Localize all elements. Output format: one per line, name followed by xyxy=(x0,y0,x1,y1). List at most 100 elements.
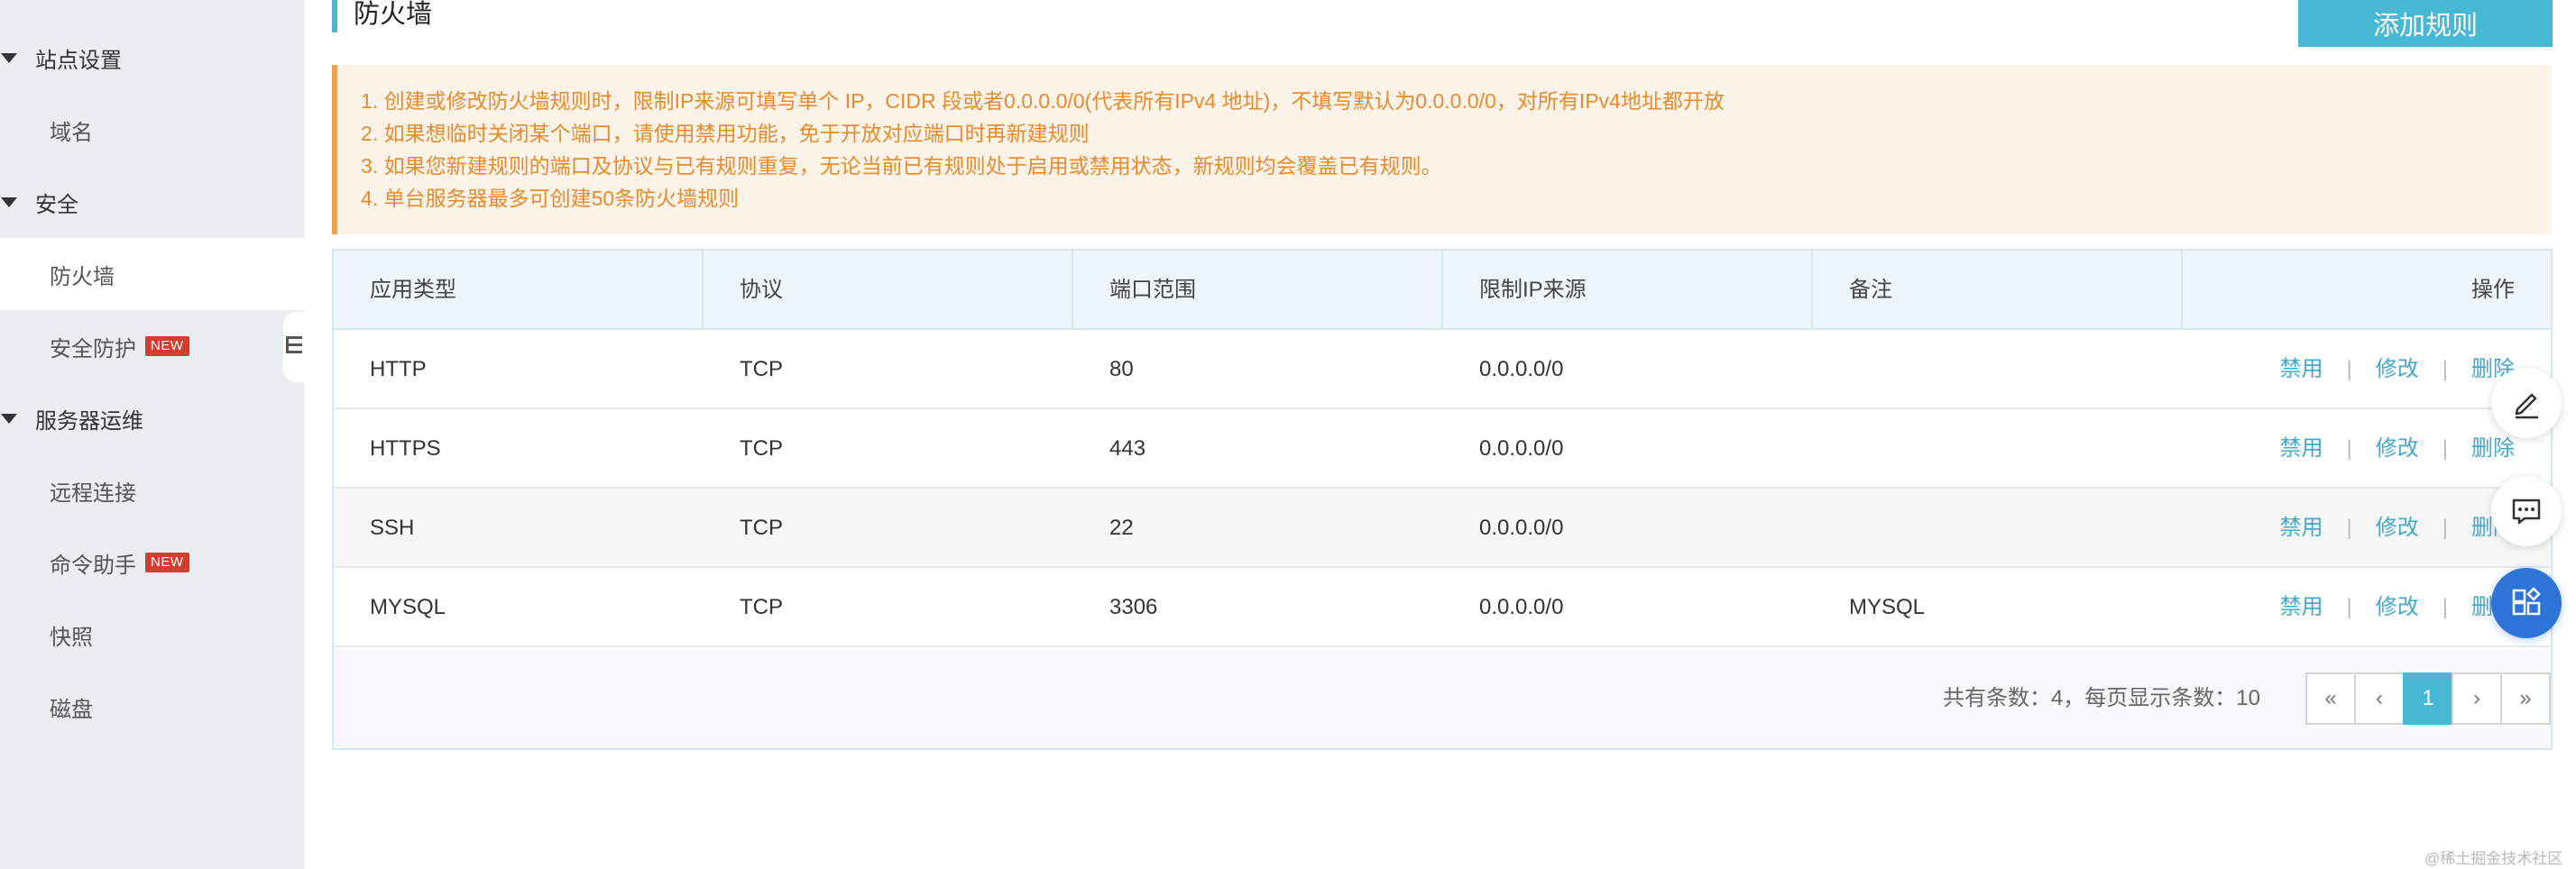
action-separator: | xyxy=(2346,436,2352,461)
add-rule-button[interactable]: 添加规则 xyxy=(2298,0,2553,47)
table-row: SSH TCP 22 0.0.0.0/0 禁用 | 修改 | 删除 xyxy=(334,489,2551,568)
sidebar-item-label: 域名 xyxy=(50,120,93,145)
table-footer: 共有条数：4，每页显示条数：10 « ‹ 1 › » xyxy=(334,649,2551,748)
sidebar-item-command-assistant[interactable]: 命令助手 NEW xyxy=(0,526,305,599)
sidebar-item-label: 防火墙 xyxy=(50,264,115,289)
cell-ip-source: 0.0.0.0/0 xyxy=(1479,516,1564,540)
edit-link[interactable]: 修改 xyxy=(2376,489,2419,568)
page-last-button[interactable]: » xyxy=(2500,672,2551,725)
table-row: MYSQL TCP 3306 0.0.0.0/0 MYSQL 禁用 | 修改 |… xyxy=(334,568,2551,647)
disable-link[interactable]: 禁用 xyxy=(2280,568,2323,647)
nav-group-label: 站点设置 xyxy=(35,48,122,73)
sidebar-item-disk[interactable]: 磁盘 xyxy=(0,671,305,743)
collapse-menu-icon xyxy=(286,336,302,353)
action-separator: | xyxy=(2442,595,2448,619)
action-separator: | xyxy=(2442,516,2448,540)
notice-line: 3. 如果您新建规则的端口及协议与已有规则重复，无论当前已有规则处于启用或禁用状… xyxy=(361,154,1442,178)
notice-line: 4. 单台服务器最多可创建50条防火墙规则 xyxy=(361,187,740,210)
column-header-protocol: 协议 xyxy=(704,251,1073,330)
notice-line: 2. 如果想临时关闭某个端口，请使用禁用功能，免于开放对应端口时再新建规则 xyxy=(361,122,1090,145)
notice-line: 1. 创建或修改防火墙规则时，限制IP来源可填写单个 IP，CIDR 段或者0.… xyxy=(361,89,1725,113)
page-first-button[interactable]: « xyxy=(2305,672,2356,725)
cell-ip-source: 0.0.0.0/0 xyxy=(1479,436,1564,461)
cell-app-type: HTTPS xyxy=(370,436,441,461)
sidebar-item-domain[interactable]: 域名 xyxy=(0,94,305,166)
cell-app-type: MYSQL xyxy=(370,595,446,619)
cell-ip-source: 0.0.0.0/0 xyxy=(1479,357,1564,381)
sidebar-item-label: 命令助手 xyxy=(50,553,136,578)
cell-port: 3306 xyxy=(1109,595,1158,619)
sidebar-collapse-toggle[interactable] xyxy=(283,312,305,382)
table-row: HTTP TCP 80 0.0.0.0/0 禁用 | 修改 | 删除 xyxy=(334,330,2551,409)
feedback-float-button[interactable] xyxy=(2491,476,2562,546)
column-header-remark: 备注 xyxy=(1813,251,2183,330)
row-actions: 禁用 | 修改 | 删除 xyxy=(2280,409,2515,489)
cell-protocol: TCP xyxy=(740,595,783,619)
sidebar-item-label: 快照 xyxy=(50,625,93,650)
action-separator: | xyxy=(2346,357,2352,381)
cell-port: 22 xyxy=(1109,516,1134,540)
nav-group-label: 安全 xyxy=(35,192,78,217)
apps-icon xyxy=(2512,587,2541,616)
cell-protocol: TCP xyxy=(740,357,783,381)
sidebar-item-firewall[interactable]: 防火墙 xyxy=(0,238,305,310)
column-header-app-type: 应用类型 xyxy=(334,251,704,330)
edit-float-button[interactable] xyxy=(2491,368,2562,438)
sidebar-item-label: 安全防护 xyxy=(50,336,136,361)
caret-down-icon xyxy=(1,197,17,207)
title-accent-bar xyxy=(332,0,337,32)
edit-link[interactable]: 修改 xyxy=(2376,568,2419,647)
page-title: 防火墙 xyxy=(354,0,433,29)
action-separator: | xyxy=(2442,436,2448,461)
disable-link[interactable]: 禁用 xyxy=(2280,489,2323,568)
pagination: « ‹ 1 › » xyxy=(2305,672,2551,725)
nav-group-site-settings[interactable]: 站点设置 xyxy=(0,22,305,94)
notice-box: 1. 创建或修改防火墙规则时，限制IP来源可填写单个 IP，CIDR 段或者0.… xyxy=(332,65,2553,234)
cell-port: 80 xyxy=(1109,357,1134,381)
cell-remark xyxy=(1813,409,1849,489)
row-actions: 禁用 | 修改 | 删除 xyxy=(2280,489,2515,568)
cell-remark xyxy=(1813,330,1849,409)
pagination-summary: 共有条数：4，每页显示条数：10 xyxy=(1942,686,2260,710)
edit-link[interactable]: 修改 xyxy=(2376,330,2419,409)
caret-down-icon xyxy=(1,413,17,424)
apps-float-button[interactable] xyxy=(2491,568,2562,638)
sidebar: 站点设置 域名 安全 防火墙 安全防护 NEW 服务器运维 远程连接 命令助手 … xyxy=(0,0,305,869)
nav-group-security[interactable]: 安全 xyxy=(0,166,305,238)
edit-link[interactable]: 修改 xyxy=(2376,409,2419,489)
cell-ip-source: 0.0.0.0/0 xyxy=(1479,595,1564,619)
cell-app-type: HTTP xyxy=(370,357,427,381)
disable-link[interactable]: 禁用 xyxy=(2280,409,2323,489)
cell-app-type: SSH xyxy=(370,516,415,540)
page-prev-button[interactable]: ‹ xyxy=(2354,672,2405,725)
sidebar-item-remote-connect[interactable]: 远程连接 xyxy=(0,454,305,526)
column-header-actions: 操作 xyxy=(2471,278,2515,302)
sidebar-item-label: 磁盘 xyxy=(50,697,93,722)
action-separator: | xyxy=(2346,516,2352,540)
caret-down-icon xyxy=(1,52,17,63)
cell-port: 443 xyxy=(1109,436,1146,461)
sidebar-item-snapshot[interactable]: 快照 xyxy=(0,599,305,671)
page-number-button[interactable]: 1 xyxy=(2403,672,2453,725)
sidebar-item-label: 远程连接 xyxy=(50,480,136,506)
column-header-port-range: 端口范围 xyxy=(1073,251,1443,330)
cell-protocol: TCP xyxy=(740,516,783,540)
action-separator: | xyxy=(2346,595,2352,619)
edit-icon xyxy=(2515,393,2538,419)
column-header-ip-source: 限制IP来源 xyxy=(1443,251,1813,330)
sidebar-item-security-protection[interactable]: 安全防护 NEW xyxy=(0,310,305,382)
watermark: @稀土掘金技术社区 xyxy=(2424,850,2563,867)
cell-remark: MYSQL xyxy=(1849,595,1926,619)
cell-protocol: TCP xyxy=(740,436,783,461)
table-row: HTTPS TCP 443 0.0.0.0/0 禁用 | 修改 | 删除 xyxy=(334,409,2551,489)
firewall-rules-table: 应用类型 协议 端口范围 限制IP来源 备注 操作 HTTP TCP 80 0.… xyxy=(332,249,2553,750)
page-next-button[interactable]: › xyxy=(2452,672,2502,725)
feedback-icon xyxy=(2512,499,2541,525)
new-badge: NEW xyxy=(145,553,189,572)
row-actions: 禁用 | 修改 | 删除 xyxy=(2280,568,2515,647)
action-separator: | xyxy=(2442,357,2448,381)
row-actions: 禁用 | 修改 | 删除 xyxy=(2280,330,2515,409)
nav-group-server-ops[interactable]: 服务器运维 xyxy=(0,382,305,454)
nav-group-label: 服务器运维 xyxy=(35,408,143,434)
disable-link[interactable]: 禁用 xyxy=(2280,330,2323,409)
